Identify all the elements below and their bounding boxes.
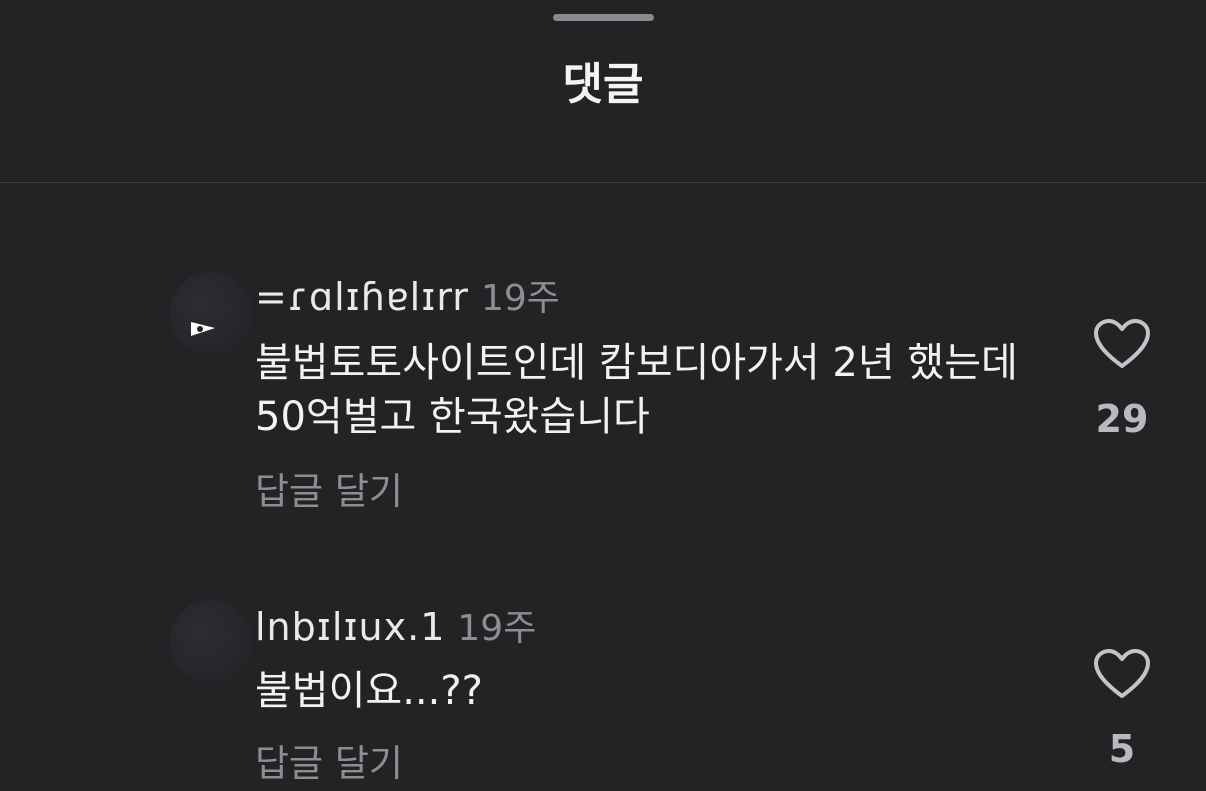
username[interactable]: lnbɪlɪux.1 bbox=[255, 605, 445, 649]
comment-meta: lnbɪlɪux.1 19주 bbox=[255, 605, 536, 657]
timestamp: 19주 bbox=[480, 278, 560, 319]
heart-outline-icon bbox=[1094, 649, 1150, 698]
header-divider bbox=[0, 182, 1206, 183]
heart-outline-icon bbox=[1094, 319, 1150, 368]
username[interactable]: =ɾɑlɪɦɐlɪrr bbox=[255, 275, 469, 319]
comment-text: 불법이요...?? bbox=[255, 668, 483, 714]
sheet-grab-handle[interactable] bbox=[553, 14, 654, 21]
like-count: 29 bbox=[1095, 397, 1149, 441]
avatar-mark-icon bbox=[191, 322, 215, 336]
avatar[interactable] bbox=[170, 600, 252, 682]
like-button[interactable] bbox=[1092, 318, 1152, 370]
sheet-title: 댓글 bbox=[562, 59, 644, 110]
like-button[interactable] bbox=[1092, 648, 1152, 700]
comments-sheet: 댓글 =ɾɑlɪɦɐlɪrr 19주 불법토토사이트인데 캄보디아가서 2년 했는… bbox=[0, 0, 1206, 791]
like-count: 5 bbox=[1108, 727, 1136, 771]
reply-button[interactable]: 답글 달기 bbox=[255, 468, 403, 516]
timestamp: 19주 bbox=[457, 608, 537, 649]
avatar[interactable] bbox=[170, 272, 252, 354]
reply-button[interactable]: 답글 달기 bbox=[255, 740, 403, 788]
comment-text: 불법토토사이트인데 캄보디아가서 2년 했는데 50억벌고 한국왔습니다 bbox=[255, 340, 1018, 440]
comment-meta: =ɾɑlɪɦɐlɪrr 19주 bbox=[255, 275, 560, 327]
